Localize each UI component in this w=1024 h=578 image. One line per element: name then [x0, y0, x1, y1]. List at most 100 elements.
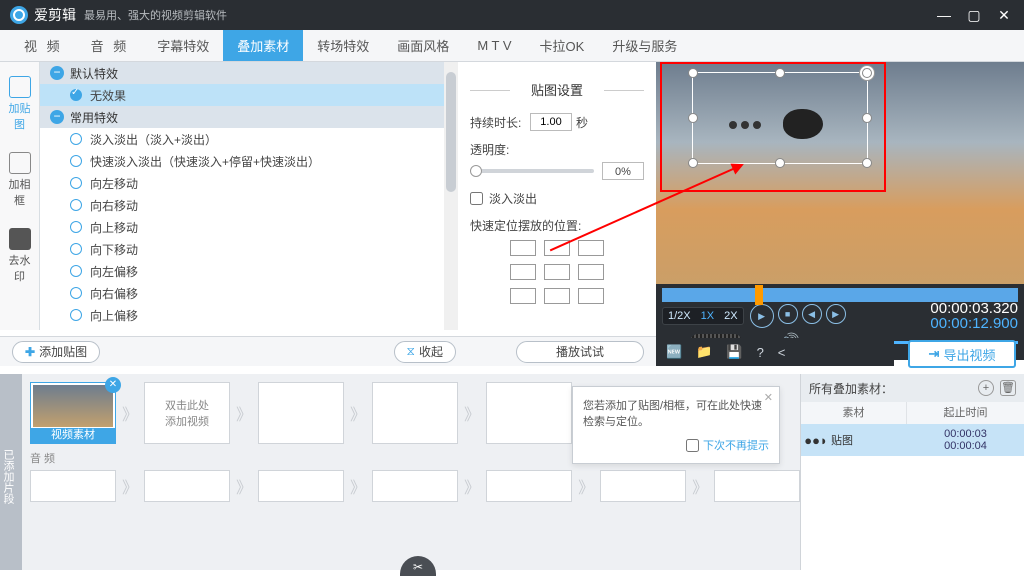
- resize-handle[interactable]: [862, 158, 872, 168]
- tab-style[interactable]: 画面风格: [383, 30, 463, 61]
- effect-item[interactable]: 向下移动: [40, 238, 458, 260]
- sidebar-frame[interactable]: 加相框: [4, 146, 36, 214]
- overlay-thumb-icon: ●●◗: [801, 433, 831, 448]
- speed-2x[interactable]: 2X: [719, 308, 742, 324]
- scrollbar[interactable]: [444, 62, 458, 330]
- slider-knob[interactable]: [470, 165, 482, 177]
- play-button[interactable]: ▶: [750, 304, 774, 328]
- resize-handle[interactable]: [688, 68, 698, 78]
- empty-clip[interactable]: [486, 382, 572, 444]
- sidebar-sticker[interactable]: 加贴图: [4, 70, 36, 138]
- tab-transition[interactable]: 转场特效: [303, 30, 383, 61]
- sidebar-watermark[interactable]: 去水印: [4, 222, 36, 290]
- audio-clip[interactable]: [714, 470, 800, 502]
- pos-mc[interactable]: [544, 264, 570, 280]
- resize-handle[interactable]: [862, 113, 872, 123]
- audio-clip[interactable]: [486, 470, 572, 502]
- tooltip-close-icon[interactable]: ✕: [764, 391, 773, 404]
- add-overlay-button[interactable]: +: [978, 380, 994, 396]
- speed-half[interactable]: 1/2X: [663, 308, 696, 324]
- maximize-button[interactable]: ▢: [964, 5, 984, 25]
- collapse-button[interactable]: ⧖收起: [394, 341, 456, 363]
- export-icon: ⇥: [929, 346, 940, 362]
- empty-clip[interactable]: [258, 382, 344, 444]
- add-clip-placeholder[interactable]: 双击此处 添加视频: [144, 382, 230, 444]
- delete-overlay-button[interactable]: 🗑: [1000, 380, 1016, 396]
- arrow-icon: 》: [122, 401, 138, 425]
- overlay-times: 00:00:0300:00:04: [907, 428, 1024, 452]
- tab-audio[interactable]: 音 频: [77, 30, 144, 61]
- play-test-button[interactable]: 播放试试: [516, 341, 644, 363]
- resize-handle[interactable]: [688, 113, 698, 123]
- tab-subtitle[interactable]: 字幕特效: [143, 30, 223, 61]
- tab-mtv[interactable]: M T V: [463, 30, 525, 61]
- audio-clip[interactable]: [144, 470, 230, 502]
- col-material: 素材: [801, 402, 907, 424]
- effect-item[interactable]: 向上偏移: [40, 304, 458, 326]
- app-name: 爱剪辑: [34, 5, 76, 25]
- sticker-bounds[interactable]: ✕: [692, 72, 868, 164]
- resize-handle[interactable]: [862, 68, 872, 78]
- resize-handle[interactable]: [688, 158, 698, 168]
- empty-clip[interactable]: [372, 382, 458, 444]
- fade-checkbox[interactable]: [470, 192, 483, 205]
- help-icon[interactable]: ?: [757, 345, 764, 360]
- new-icon[interactable]: 🆕: [666, 344, 682, 360]
- audio-clip[interactable]: [30, 470, 116, 502]
- effect-item[interactable]: 快速淡入淡出（快速淡入+停留+快速淡出）: [40, 150, 458, 172]
- next-frame-button[interactable]: ▶: [826, 304, 846, 324]
- scrubber[interactable]: [662, 288, 1018, 302]
- resize-handle[interactable]: [775, 68, 785, 78]
- pos-tl[interactable]: [510, 240, 536, 256]
- save-icon[interactable]: 💾: [726, 344, 742, 360]
- middle-toolbar: ✚添加贴图 ⧖收起 播放试试: [0, 336, 656, 366]
- speed-1x[interactable]: 1X: [696, 308, 719, 324]
- tab-upgrade[interactable]: 升级与服务: [598, 30, 691, 61]
- tab-karaoke[interactable]: 卡拉OK: [526, 30, 599, 61]
- pos-bl[interactable]: [510, 288, 536, 304]
- audio-clip[interactable]: [372, 470, 458, 502]
- pos-ml[interactable]: [510, 264, 536, 280]
- speed-selector: 1/2X 1X 2X: [662, 307, 744, 325]
- opacity-slider[interactable]: [470, 169, 594, 173]
- group-default[interactable]: −默认特效: [40, 62, 458, 84]
- add-sticker-button[interactable]: ✚添加贴图: [12, 341, 100, 363]
- effect-item[interactable]: 向上移动: [40, 216, 458, 238]
- tooltip-text: 您若添加了贴图/相框，可在此处快速检索与定位。: [583, 397, 769, 429]
- group-common[interactable]: −常用特效: [40, 106, 458, 128]
- effect-item[interactable]: 淡入淡出（淡入+淡出）: [40, 128, 458, 150]
- scroll-thumb[interactable]: [446, 72, 456, 192]
- effect-none[interactable]: 无效果: [40, 84, 458, 106]
- export-button[interactable]: ⇥导出视频: [908, 340, 1016, 368]
- tab-video[interactable]: 视 频: [10, 30, 77, 61]
- prev-frame-button[interactable]: ◀: [802, 304, 822, 324]
- open-icon[interactable]: 📁: [696, 344, 712, 360]
- audio-clip[interactable]: [600, 470, 686, 502]
- resize-handle[interactable]: [775, 158, 785, 168]
- share-icon[interactable]: <: [778, 345, 786, 360]
- overlay-row[interactable]: ●●◗ 贴图 00:00:0300:00:04: [801, 424, 1024, 456]
- effect-item[interactable]: 向右移动: [40, 194, 458, 216]
- dont-show-checkbox[interactable]: [686, 439, 699, 452]
- tab-overlay[interactable]: 叠加素材: [223, 30, 303, 61]
- watermark-icon: [9, 228, 31, 250]
- arrow-icon: 》: [578, 474, 594, 498]
- remove-clip-icon[interactable]: ✕: [105, 377, 121, 393]
- playhead[interactable]: [755, 285, 763, 305]
- effects-list: −默认特效 无效果 −常用特效 淡入淡出（淡入+淡出） 快速淡入淡出（快速淡入+…: [40, 62, 458, 330]
- stop-button[interactable]: ■: [778, 304, 798, 324]
- pos-tr[interactable]: [578, 240, 604, 256]
- minimize-button[interactable]: —: [934, 5, 954, 25]
- bird-sticker[interactable]: [783, 109, 823, 139]
- effect-item[interactable]: 向右偏移: [40, 282, 458, 304]
- video-clip[interactable]: 视频素材 ✕: [30, 382, 116, 444]
- effect-item[interactable]: 向左偏移: [40, 260, 458, 282]
- col-time: 起止时间: [907, 402, 1024, 424]
- close-button[interactable]: ✕: [994, 5, 1014, 25]
- pos-bc[interactable]: [544, 288, 570, 304]
- effect-item[interactable]: 向左移动: [40, 172, 458, 194]
- pos-mr[interactable]: [578, 264, 604, 280]
- audio-clip[interactable]: [258, 470, 344, 502]
- pos-br[interactable]: [578, 288, 604, 304]
- duration-input[interactable]: [530, 113, 572, 131]
